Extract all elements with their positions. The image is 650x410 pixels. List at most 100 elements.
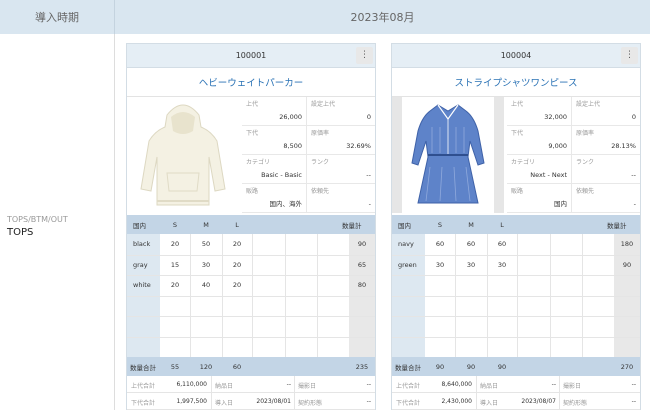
shoot-value: -- [631, 381, 636, 388]
contract-value: -- [631, 398, 636, 405]
product-code: 100001 [235, 51, 267, 60]
wholesale-value: 9,000 [548, 142, 567, 150]
rank-cell: ランク -- [572, 155, 640, 184]
grid-header-size-l: L [235, 220, 239, 229]
wholesale-cell: 下代 9,000 [507, 126, 572, 155]
grid-header: 国内 S M L 数量計 [392, 215, 640, 234]
row-total-cell: 180 [620, 240, 634, 249]
category-label: カテゴリ [246, 159, 271, 166]
rank-label: ランク [576, 159, 595, 166]
grid-header-region: 国内 [133, 221, 146, 230]
period-header: 2023年08月 [115, 0, 650, 34]
contract-label: 契約形態 [298, 400, 323, 407]
intro-date-value: 2023/08/07 [521, 398, 556, 405]
cost-rate-value: 28.13% [611, 142, 636, 150]
list-price-label: 上代 [246, 101, 259, 108]
grid-body: navy 60 60 60 180 green 30 30 30 90 [392, 234, 640, 357]
qty-cell[interactable]: 30 [425, 255, 455, 276]
set-list-price-value: 0 [366, 113, 371, 121]
requester-label: 依頼先 [576, 188, 595, 195]
wholesale-total-label: 下代合計 [396, 400, 421, 407]
row-total-cell: 90 [357, 240, 367, 249]
product-code-header: 100004 ⋮ [392, 44, 640, 68]
product-name-link[interactable]: ヘビーウェイトパーカー [127, 68, 375, 97]
intro-date-value: 2023/08/01 [256, 398, 291, 405]
total-s: 90 [435, 362, 445, 371]
planning-board: 導入時期 2023年08月 TOPS/BTM/OUT TOPS 100001 ⋮… [0, 0, 650, 410]
row-total-cell: 90 [622, 260, 632, 269]
set-list-price-cell: 設定上代 0 [307, 97, 375, 126]
totals-label: 数量合計 [130, 363, 156, 372]
list-price-value: 32,000 [544, 113, 567, 121]
category-label: カテゴリ [511, 159, 536, 166]
contract-label: 契約形態 [563, 400, 588, 407]
qty-cell[interactable]: 60 [425, 234, 455, 255]
more-menu-icon[interactable]: ⋮ [356, 47, 373, 64]
qty-cell[interactable]: 30 [190, 255, 222, 276]
qty-cell[interactable]: 20 [222, 255, 252, 276]
wholesale-total-label: 下代合計 [131, 400, 156, 407]
more-menu-icon[interactable]: ⋮ [621, 47, 638, 64]
product-card[interactable]: 100004 ⋮ ストライプシャツワンピース 上代 32,000 設定上代 0 [391, 43, 641, 410]
wholesale-total-value: 2,430,000 [441, 398, 472, 405]
list-total-value: 8,640,000 [441, 381, 472, 388]
grid-header-size-m: M [468, 220, 474, 229]
delivery-label: 納品日 [480, 383, 499, 390]
row-total-cell: 80 [357, 281, 367, 290]
contract-value: -- [366, 398, 371, 405]
hoodie-image-icon [140, 104, 226, 206]
product-image[interactable] [127, 97, 239, 213]
product-name-link[interactable]: ストライプシャツワンピース [392, 68, 640, 97]
set-list-price-label: 設定上代 [311, 101, 336, 108]
channel-cell: 販路 国内、海外 [242, 184, 307, 213]
cost-rate-cell: 原価率 32.69% [307, 126, 375, 155]
qty-cell[interactable]: 20 [222, 275, 252, 296]
qty-cell[interactable]: 20 [222, 234, 252, 255]
category-name: TOPS [7, 227, 34, 238]
grand-total: 235 [355, 362, 369, 371]
cost-rate-label: 原価率 [576, 130, 595, 137]
quantity-totals-row: 数量合計 90 90 90 270 [392, 357, 640, 376]
wholesale-value: 8,500 [283, 142, 302, 150]
delivery-value: -- [286, 381, 291, 388]
product-image[interactable] [392, 97, 504, 213]
wholesale-label: 下代 [246, 130, 259, 137]
grid-header-size-s: S [437, 220, 443, 229]
qty-cell[interactable]: 20 [160, 275, 190, 296]
category-path: TOPS/BTM/OUT [7, 215, 68, 224]
qty-cell[interactable]: 40 [190, 275, 222, 296]
grid-body: black 20 50 20 90 gray 15 30 20 65 white… [127, 234, 375, 357]
total-s: 55 [170, 362, 180, 371]
rank-value: -- [631, 171, 636, 179]
row-total-cell: 65 [357, 260, 367, 269]
color-cell: gray [133, 260, 148, 269]
list-price-label: 上代 [511, 101, 524, 108]
cost-rate-cell: 原価率 28.13% [572, 126, 640, 155]
grid-header-total: 数量計 [607, 221, 627, 230]
qty-cell[interactable]: 30 [487, 255, 517, 276]
total-l: 90 [497, 362, 507, 371]
delivery-value: -- [551, 381, 556, 388]
qty-cell[interactable]: 30 [455, 255, 487, 276]
qty-cell[interactable]: 60 [487, 234, 517, 255]
requester-cell: 依頼先 - [572, 184, 640, 213]
qty-cell[interactable]: 60 [455, 234, 487, 255]
cost-rate-value: 32.69% [346, 142, 371, 150]
grid-header-region: 国内 [398, 221, 411, 230]
product-code-header: 100001 ⋮ [127, 44, 375, 68]
grid-header-size-m: M [203, 220, 209, 229]
channel-value: 国内 [554, 200, 567, 208]
delivery-label: 納品日 [215, 383, 234, 390]
cost-rate-label: 原価率 [311, 130, 330, 137]
set-list-price-label: 設定上代 [576, 101, 601, 108]
requester-value: - [368, 200, 371, 208]
grid-header-size-s: S [172, 220, 178, 229]
list-total-label: 上代合計 [131, 383, 156, 390]
qty-cell[interactable]: 15 [160, 255, 190, 276]
color-cell: green [398, 260, 417, 269]
shirt-dress-image-icon [411, 104, 485, 204]
product-card[interactable]: 100001 ⋮ ヘビーウェイトパーカー 上代 26,000 設定上代 0 下代 [126, 43, 376, 410]
qty-cell[interactable]: 50 [190, 234, 222, 255]
qty-cell[interactable]: 20 [160, 234, 190, 255]
channel-value: 国内、海外 [269, 200, 303, 208]
